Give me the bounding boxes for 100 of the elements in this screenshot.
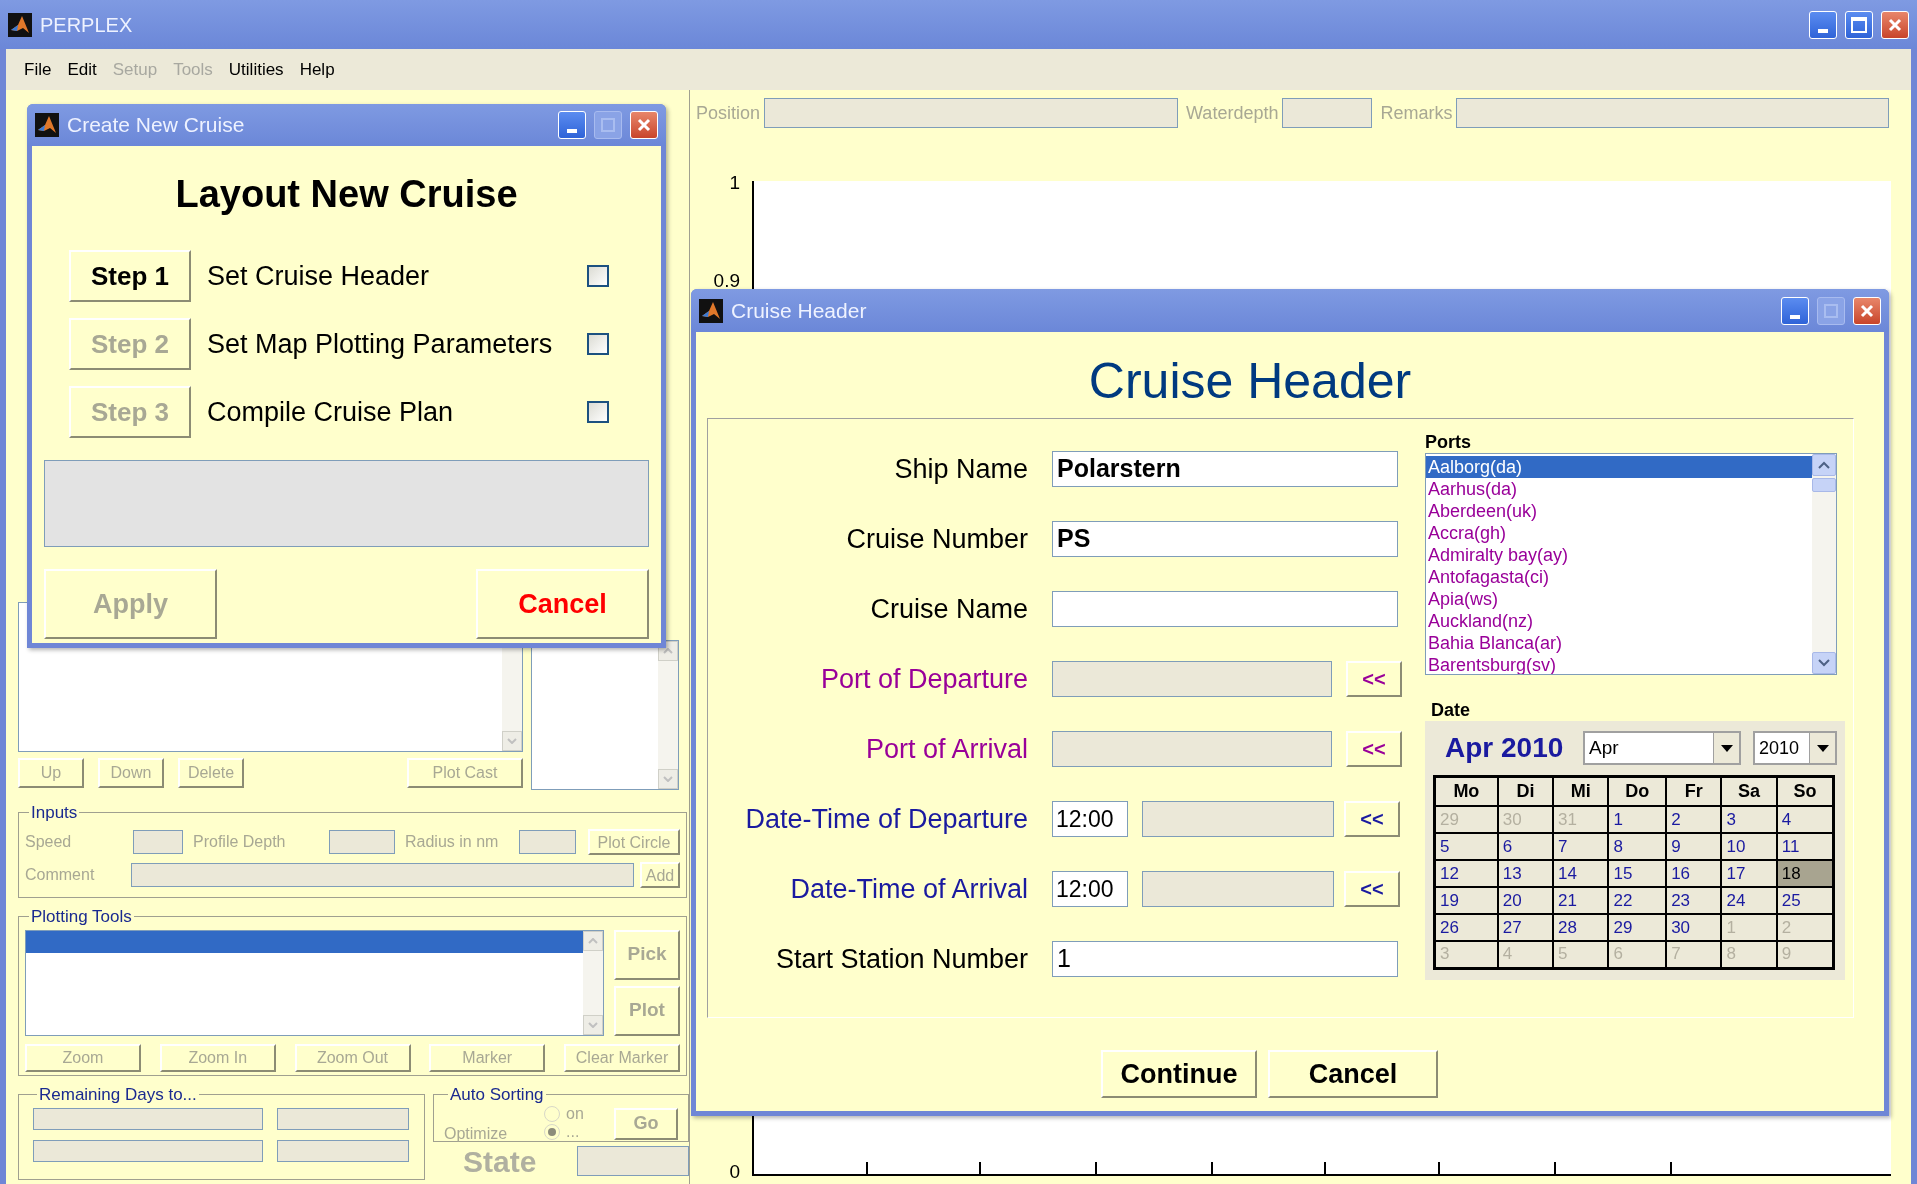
ports-list[interactable]: Aalborg(da) Aarhus(da) Aberdeen(uk) Accra(gh) Admiralty bay(ay) Antofagasta(ci) Apia(ws) Auckland(nz) Bahia Blanca(ar) Barentsburg(sv) — [1425, 453, 1837, 675]
date-field[interactable] — [1142, 871, 1334, 907]
calendar-day[interactable]: 1 — [1608, 806, 1667, 833]
list-item[interactable]: Accra(gh) — [1426, 522, 1812, 544]
pick-button[interactable]: << — [1346, 731, 1402, 767]
calendar-day[interactable]: 9 — [1666, 833, 1722, 860]
input-field[interactable]: 1 — [1052, 941, 1398, 977]
minimize-button[interactable] — [1809, 10, 1837, 39]
section-title: Ports — [1425, 431, 1472, 453]
pick-button[interactable]: << — [1346, 661, 1402, 697]
calendar-day[interactable]: 3 — [1721, 806, 1777, 833]
input-field[interactable] — [1052, 661, 1332, 697]
scroll-down-button[interactable] — [583, 1014, 603, 1035]
checkbox[interactable] — [587, 265, 609, 287]
field-label: Port of Arrival — [864, 732, 1028, 766]
calendar-day[interactable]: 6 — [1497, 833, 1554, 860]
cancel-button[interactable]: Cancel — [476, 569, 649, 639]
input-field[interactable] — [519, 829, 576, 854]
scroll-up-button[interactable] — [583, 930, 603, 951]
time-field[interactable]: 12:00 — [1052, 871, 1128, 907]
list-item[interactable]: Auckland(nz) — [1426, 610, 1812, 632]
list-box[interactable] — [531, 640, 679, 790]
year-dropdown[interactable]: 2010 — [1753, 731, 1837, 765]
calendar-day[interactable]: 16 — [1666, 860, 1722, 887]
input-field[interactable] — [33, 1139, 263, 1162]
close-button[interactable] — [630, 111, 658, 139]
calendar-day[interactable]: 22 — [1608, 887, 1667, 914]
pick-button[interactable]: << — [1344, 801, 1400, 837]
list-item[interactable]: Barentsburg(sv) — [1426, 654, 1812, 674]
calendar-day[interactable]: 20 — [1497, 887, 1554, 914]
calendar-day[interactable]: 14 — [1553, 860, 1609, 887]
input-field[interactable] — [131, 862, 634, 887]
input-field[interactable] — [1052, 591, 1398, 627]
input-field[interactable]: Polarstern — [1052, 451, 1398, 487]
input-field[interactable] — [329, 829, 395, 854]
menu-item[interactable]: Utilities — [228, 56, 284, 83]
weekday-header: Mo — [1434, 776, 1498, 806]
calendar-day[interactable]: 29 — [1608, 914, 1667, 941]
calendar-day[interactable]: 5 — [1434, 833, 1498, 860]
calendar-day[interactable]: 13 — [1497, 860, 1554, 887]
list-item[interactable]: Aalborg(da) — [1426, 456, 1812, 478]
close-button[interactable] — [1853, 296, 1881, 325]
input-field[interactable] — [1456, 98, 1889, 128]
calendar-day[interactable]: 27 — [1497, 914, 1554, 941]
scroll-down-button[interactable] — [1812, 652, 1836, 674]
input-field[interactable] — [1052, 731, 1332, 767]
app-logo-icon — [699, 298, 723, 323]
input-field[interactable] — [764, 98, 1179, 128]
calendar-day[interactable]: 19 — [1434, 887, 1498, 914]
input-field[interactable]: PS — [1052, 521, 1398, 557]
input-field[interactable] — [133, 829, 183, 854]
input-field[interactable] — [277, 1107, 409, 1130]
step-button[interactable]: Step 1 — [69, 250, 191, 302]
scroll-up-button[interactable] — [1812, 454, 1836, 476]
dropdown-value: Apr — [1589, 735, 1619, 760]
scrollbar[interactable] — [658, 641, 678, 789]
month-dropdown[interactable]: Apr — [1583, 731, 1741, 765]
maximize-icon — [601, 118, 615, 132]
list-item[interactable]: Apia(ws) — [1426, 588, 1812, 610]
calendar-day[interactable]: 30 — [1666, 914, 1722, 941]
calendar-day[interactable]: 17 — [1721, 860, 1777, 887]
list-item[interactable]: Aberdeen(uk) — [1426, 500, 1812, 522]
time-field[interactable]: 12:00 — [1052, 801, 1128, 837]
calendar-day[interactable]: 26 — [1434, 914, 1498, 941]
calendar-day[interactable]: 15 — [1608, 860, 1667, 887]
menu-item[interactable]: Edit — [67, 56, 97, 83]
input-field[interactable] — [277, 1139, 409, 1162]
minimize-button[interactable] — [558, 111, 586, 139]
calendar-day[interactable]: 28 — [1553, 914, 1609, 941]
scroll-thumb[interactable] — [1812, 478, 1836, 492]
cancel-button[interactable]: Cancel — [1268, 1050, 1438, 1098]
dropdown-value: 2010 — [1759, 736, 1800, 760]
calendar-day[interactable]: 7 — [1553, 833, 1609, 860]
input-field[interactable] — [1282, 98, 1373, 128]
close-button[interactable] — [1881, 10, 1909, 39]
date-field[interactable] — [1142, 801, 1334, 837]
scroll-down-button[interactable] — [502, 731, 522, 751]
pick-button[interactable]: << — [1344, 871, 1400, 907]
calendar-day[interactable]: 12 — [1434, 860, 1498, 887]
calendar-day[interactable]: 21 — [1553, 887, 1609, 914]
chevron-up-icon — [663, 648, 673, 654]
list-item[interactable]: Bahia Blanca(ar) — [1426, 632, 1812, 654]
calendar-day[interactable]: 8 — [1608, 833, 1667, 860]
list-box[interactable] — [25, 929, 604, 1036]
minimize-button[interactable] — [1781, 296, 1809, 325]
calendar-day[interactable]: 10 — [1721, 833, 1777, 860]
input-field[interactable] — [577, 1146, 689, 1176]
scrollbar[interactable] — [1812, 454, 1836, 674]
menu-item[interactable]: File — [24, 56, 52, 83]
calendar-day[interactable]: 23 — [1666, 887, 1722, 914]
list-item[interactable]: Aarhus(da) — [1426, 478, 1812, 500]
list-item[interactable]: Admiralty bay(ay) — [1426, 544, 1812, 566]
scroll-down-button[interactable] — [658, 769, 678, 789]
calendar-day[interactable]: 24 — [1721, 887, 1777, 914]
scrollbar[interactable] — [583, 930, 603, 1035]
calendar-day[interactable]: 2 — [1666, 806, 1722, 833]
list-item[interactable]: Antofagasta(ci) — [1426, 566, 1812, 588]
menu-item[interactable]: Help — [299, 56, 335, 83]
continue-button[interactable]: Continue — [1101, 1050, 1257, 1098]
input-field[interactable] — [33, 1107, 263, 1130]
